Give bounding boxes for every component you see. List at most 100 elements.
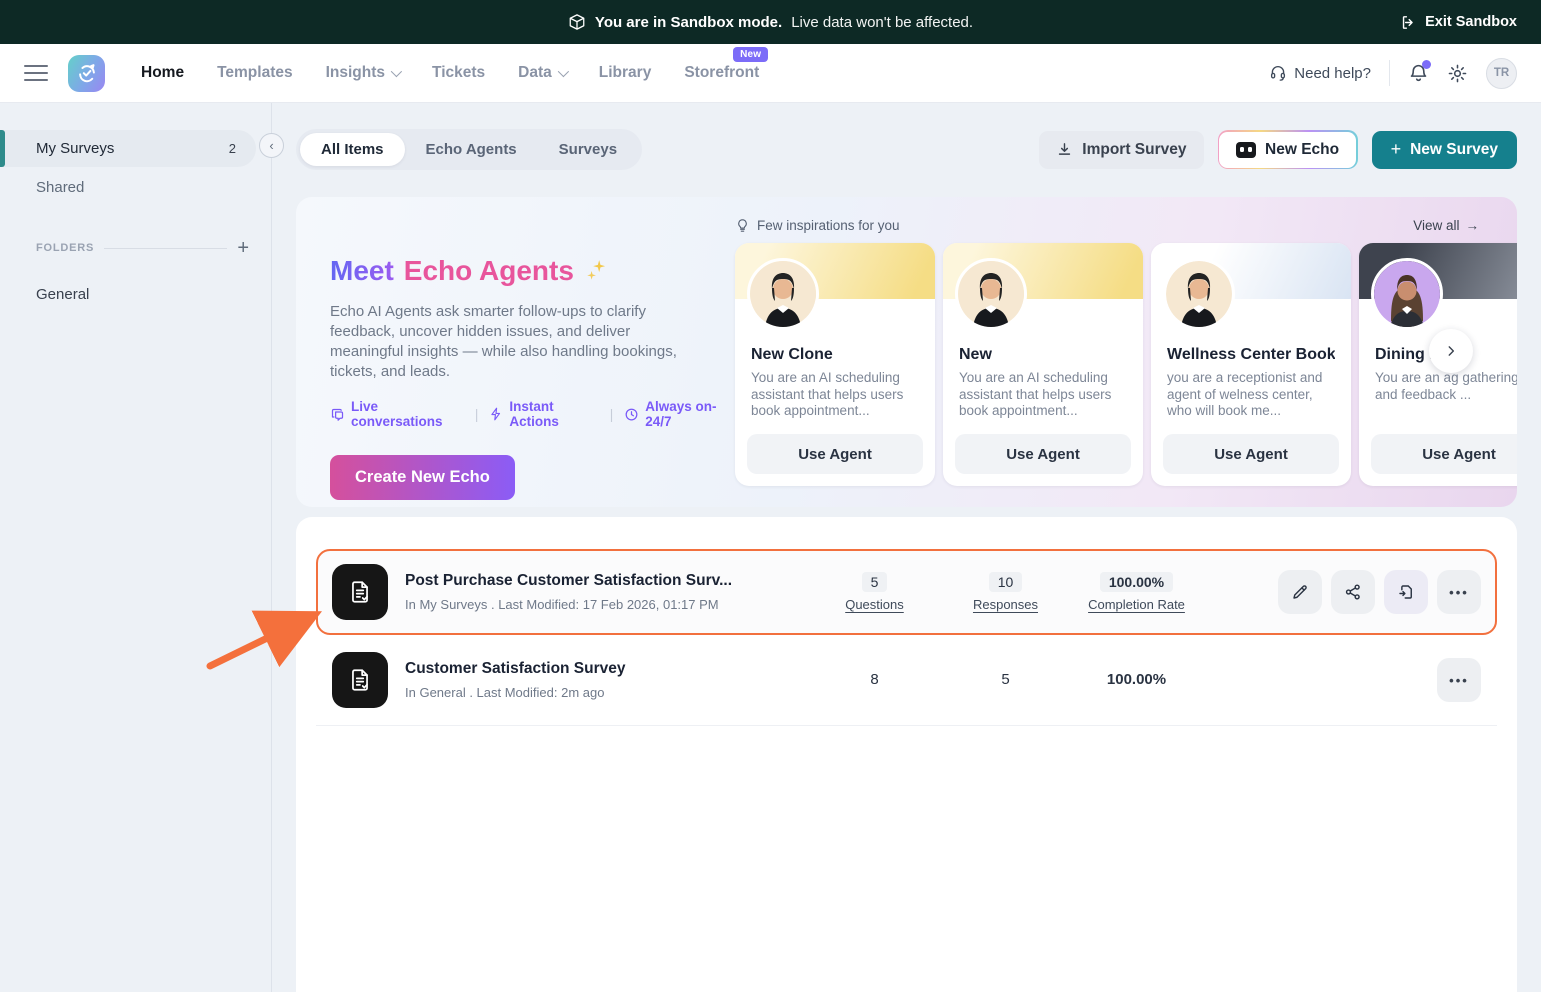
stat-completion: 100.00% Completion Rate xyxy=(1071,572,1202,612)
sandbox-banner: You are in Sandbox mode. Live data won't… xyxy=(0,0,1541,44)
folders-divider xyxy=(104,248,227,249)
import-survey-button[interactable]: Import Survey xyxy=(1039,131,1203,169)
promo-description: Echo AI Agents ask smarter follow-ups to… xyxy=(330,302,702,382)
survey-row-post-purchase[interactable]: Post Purchase Customer Satisfaction Surv… xyxy=(316,549,1497,635)
agent-description: You are an ag gathering and feedback ... xyxy=(1375,370,1517,403)
stat-responses: 5 xyxy=(940,671,1071,689)
hamburger-menu-icon[interactable] xyxy=(24,60,48,86)
agent-card[interactable]: Wellness Center Booki... you are a recep… xyxy=(1151,243,1351,486)
survey-row-customer-satisfaction[interactable]: Customer Satisfaction Survey In General … xyxy=(316,635,1497,726)
stat-completion: 100.00% xyxy=(1071,671,1202,689)
more-options-button[interactable]: ••• xyxy=(1437,658,1481,702)
use-agent-button[interactable]: Use Agent xyxy=(955,434,1131,474)
clock-icon xyxy=(624,407,639,422)
agent-name: New Clone xyxy=(751,346,919,364)
sidebar-collapse-button[interactable]: ‹ xyxy=(259,133,284,158)
promo-title: Meet Echo Agents xyxy=(330,255,735,287)
tab-all-items[interactable]: All Items xyxy=(300,133,405,166)
survey-list: Post Purchase Customer Satisfaction Surv… xyxy=(296,517,1517,992)
agent-name: Wellness Center Booki... xyxy=(1167,346,1335,364)
responses-link[interactable]: Responses xyxy=(940,597,1071,612)
agent-description: You are an AI scheduling assistant that … xyxy=(751,370,919,420)
sidebar-folder-general[interactable]: General xyxy=(0,276,271,313)
use-agent-button[interactable]: Use Agent xyxy=(747,434,923,474)
view-all-link[interactable]: View all → xyxy=(1413,218,1479,233)
survey-document-icon xyxy=(332,652,388,708)
notification-dot xyxy=(1422,60,1431,69)
chat-icon xyxy=(330,407,345,422)
share-survey-button[interactable] xyxy=(1331,570,1375,614)
lightning-icon xyxy=(489,407,503,421)
stat-responses: 10 Responses xyxy=(940,572,1071,612)
chevron-down-icon xyxy=(558,66,569,77)
exit-sandbox-button[interactable]: Exit Sandbox xyxy=(1400,0,1517,44)
nav-storefront[interactable]: Storefront New xyxy=(684,64,759,82)
main-content: All Items Echo Agents Surveys Import Sur… xyxy=(272,103,1541,992)
agent-cards-row: New Clone You are an AI scheduling assis… xyxy=(735,243,1517,486)
notifications-bell-button[interactable] xyxy=(1408,63,1429,84)
headset-icon xyxy=(1269,64,1287,82)
agent-card[interactable]: New Clone You are an AI scheduling assis… xyxy=(735,243,935,486)
use-agent-button[interactable]: Use Agent xyxy=(1163,434,1339,474)
nav-library[interactable]: Library xyxy=(599,64,652,82)
create-new-echo-button[interactable]: Create New Echo xyxy=(330,455,515,500)
app-logo[interactable] xyxy=(68,55,105,92)
sandbox-cube-icon xyxy=(568,13,586,31)
view-tabs: All Items Echo Agents Surveys xyxy=(296,129,642,170)
new-survey-button[interactable]: + New Survey xyxy=(1372,131,1517,169)
sandbox-banner-subtext: Live data won't be affected. xyxy=(791,14,973,31)
carousel-next-button[interactable] xyxy=(1429,329,1473,373)
sidebar-item-shared[interactable]: Shared xyxy=(0,167,271,208)
add-folder-button[interactable]: + xyxy=(237,238,249,258)
survey-document-icon xyxy=(332,564,388,620)
user-avatar[interactable]: TR xyxy=(1486,58,1517,89)
tab-surveys[interactable]: Surveys xyxy=(538,133,638,166)
agent-avatar xyxy=(747,258,819,330)
survey-title: Customer Satisfaction Survey xyxy=(405,660,809,678)
agent-card[interactable]: New You are an AI scheduling assistant t… xyxy=(943,243,1143,486)
new-echo-button[interactable]: New Echo xyxy=(1218,130,1358,169)
sparkles-icon xyxy=(584,258,610,284)
settings-gear-button[interactable] xyxy=(1447,63,1468,84)
nav-home[interactable]: Home xyxy=(141,64,184,82)
robot-icon xyxy=(1236,142,1256,158)
stat-questions: 8 xyxy=(809,671,940,689)
chevron-down-icon xyxy=(391,66,402,77)
app-header: Home Templates Insights Tickets Data Lib… xyxy=(0,44,1541,103)
survey-meta: In My Surveys . Last Modified: 17 Feb 20… xyxy=(405,597,809,612)
agent-avatar xyxy=(1163,258,1235,330)
folders-label: FOLDERS xyxy=(36,242,94,254)
plus-icon: + xyxy=(1391,140,1402,158)
echo-agents-promo-panel: Meet Echo Agents Echo AI Agents ask smar… xyxy=(296,197,1517,507)
need-help-link[interactable]: Need help? xyxy=(1269,64,1371,82)
lightbulb-icon xyxy=(735,218,750,233)
edit-survey-button[interactable] xyxy=(1278,570,1322,614)
duplicate-survey-button[interactable] xyxy=(1384,570,1428,614)
more-options-button[interactable]: ••• xyxy=(1437,570,1481,614)
sidebar-item-my-surveys[interactable]: My Surveys 2 xyxy=(0,130,256,167)
my-surveys-count: 2 xyxy=(229,141,236,156)
questions-link[interactable]: Questions xyxy=(809,597,940,612)
agent-avatar xyxy=(1371,258,1443,330)
survey-meta: In General . Last Modified: 2m ago xyxy=(405,685,809,700)
agent-avatar xyxy=(955,258,1027,330)
download-icon xyxy=(1056,141,1073,158)
feature-always-on: Always on-24/7 xyxy=(624,399,735,429)
exit-icon xyxy=(1400,14,1417,31)
nav-insights[interactable]: Insights xyxy=(326,64,399,82)
stat-questions: 5 Questions xyxy=(809,572,940,612)
promo-features: Live conversations | Instant Actions | xyxy=(330,399,735,429)
storefront-new-badge: New xyxy=(733,47,768,62)
sidebar: My Surveys 2 Shared FOLDERS + General ‹ xyxy=(0,103,272,992)
feature-instant-actions: Instant Actions xyxy=(489,399,598,429)
nav-templates[interactable]: Templates xyxy=(217,64,293,82)
use-agent-button[interactable]: Use Agent xyxy=(1371,434,1517,474)
inspirations-label: Few inspirations for you xyxy=(735,218,900,233)
tab-echo-agents[interactable]: Echo Agents xyxy=(405,133,538,166)
nav-tickets[interactable]: Tickets xyxy=(432,64,485,82)
sandbox-banner-text: You are in Sandbox mode. xyxy=(595,14,782,31)
nav-data[interactable]: Data xyxy=(518,64,566,82)
feature-live-conversations: Live conversations xyxy=(330,399,464,429)
completion-rate-link[interactable]: Completion Rate xyxy=(1071,597,1202,612)
survey-title: Post Purchase Customer Satisfaction Surv… xyxy=(405,572,809,590)
